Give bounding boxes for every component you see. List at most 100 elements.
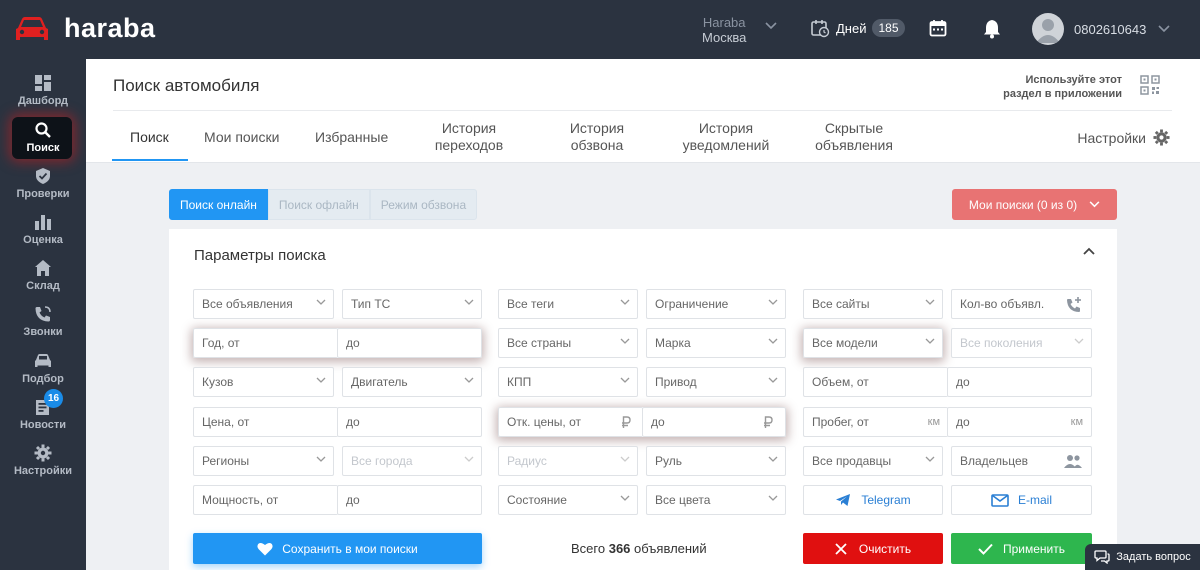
make-select[interactable]: Марка xyxy=(646,328,786,358)
tab-favorites[interactable]: Избранные xyxy=(315,129,388,146)
avatar xyxy=(1032,13,1064,45)
all-ads-select[interactable]: Все объявления xyxy=(193,289,334,319)
sidebar-item-dashboard[interactable]: Дашборд xyxy=(0,74,86,107)
tags-select[interactable]: Все теги xyxy=(498,289,638,319)
city-line1: Haraba xyxy=(702,15,746,30)
km-unit: км xyxy=(927,416,940,428)
page-title: Поиск автомобиля xyxy=(113,76,260,95)
sidebar-item-label: Настройки xyxy=(13,465,73,477)
mode-online-button[interactable]: Поиск онлайн xyxy=(169,189,268,220)
price-deviation-to-input[interactable]: до xyxy=(642,407,786,437)
sidebar-item-news[interactable]: Новости xyxy=(0,398,86,431)
generations-select[interactable]: Все поколения xyxy=(951,328,1092,358)
regions-select[interactable]: Регионы xyxy=(193,446,334,476)
ruble-icon xyxy=(764,416,773,428)
app-hint-line2: раздел в приложении xyxy=(1003,88,1122,100)
days-label: Дней xyxy=(836,20,867,36)
condition-select[interactable]: Состояние xyxy=(498,485,638,515)
bell-icon[interactable] xyxy=(983,19,1001,39)
radius-select[interactable]: Радиус xyxy=(498,446,638,476)
settings-link[interactable]: Настройки xyxy=(1077,129,1170,146)
sidebar-item-selection[interactable]: Подбор xyxy=(0,352,86,385)
chevron-down-icon xyxy=(768,338,778,344)
active-tab-indicator xyxy=(112,159,188,161)
price-from-input[interactable]: Цена, от xyxy=(193,407,338,437)
qr-code-icon[interactable] xyxy=(1140,75,1160,95)
cities-select[interactable]: Все города xyxy=(342,446,482,476)
mileage-to-input[interactable]: до км xyxy=(947,407,1092,437)
sidebar-item-label: Поиск xyxy=(26,142,60,154)
search-icon xyxy=(35,122,51,138)
body-select[interactable]: Кузов xyxy=(193,367,334,397)
chevron-down-icon xyxy=(925,338,935,344)
sidebar-item-settings[interactable]: Настройки xyxy=(0,444,86,477)
user-avatar-icon xyxy=(1036,19,1060,43)
sites-select[interactable]: Все сайты xyxy=(803,289,943,319)
chevron-up-icon[interactable] xyxy=(1083,247,1095,255)
mode-offline-button[interactable]: Поиск офлайн xyxy=(267,189,370,220)
sidebar-item-label: Новости xyxy=(19,419,67,431)
chevron-down-icon xyxy=(620,299,630,305)
sidebar-item-calls[interactable]: Звонки xyxy=(0,305,86,338)
chevron-down-icon xyxy=(464,456,474,462)
app-hint[interactable]: Используйте этот раздел в приложении xyxy=(1003,73,1122,101)
power-to-input[interactable]: до xyxy=(337,485,482,515)
user-menu[interactable]: 0802610643 xyxy=(1032,13,1170,45)
year-to-input[interactable]: до xyxy=(337,328,482,358)
sidebar-item-warehouse[interactable]: Склад xyxy=(0,259,86,292)
dashboard-icon xyxy=(35,75,51,91)
sidebar-item-valuation[interactable]: Оценка xyxy=(0,213,86,246)
sidebar-item-checks[interactable]: Проверки xyxy=(0,167,86,200)
chevron-down-icon xyxy=(316,377,326,383)
chevron-down-icon xyxy=(620,495,630,501)
tab-hidden-ads[interactable]: Скрытые объявления xyxy=(814,120,894,154)
tab-my-searches[interactable]: Мои поиски xyxy=(204,129,279,146)
price-to-input[interactable]: до xyxy=(337,407,482,437)
car-icon xyxy=(35,354,51,367)
sidebar-item-label: Оценка xyxy=(23,234,63,246)
search-mode-group: Поиск онлайн Поиск офлайн Режим обзвона xyxy=(169,189,478,220)
ads-count-input[interactable]: Кол-во объявл. xyxy=(951,289,1092,319)
tab-search[interactable]: Поиск xyxy=(130,129,169,146)
volume-to-input[interactable]: до xyxy=(947,367,1092,397)
gearbox-select[interactable]: КПП xyxy=(498,367,638,397)
email-button[interactable]: E-mail xyxy=(951,485,1092,515)
calendar-icon[interactable] xyxy=(929,19,947,37)
apply-button[interactable]: Применить xyxy=(951,533,1092,564)
chevron-down-icon[interactable] xyxy=(765,22,777,30)
calendar-clock-icon xyxy=(811,20,830,38)
sellers-select[interactable]: Все продавцы xyxy=(803,446,943,476)
drive-select[interactable]: Привод xyxy=(646,367,786,397)
restriction-select[interactable]: Ограничение xyxy=(646,289,786,319)
mode-call-button[interactable]: Режим обзвона xyxy=(369,189,478,220)
home-icon xyxy=(35,260,51,276)
ruble-icon xyxy=(622,416,631,428)
engine-select[interactable]: Двигатель xyxy=(342,367,482,397)
tab-notification-history[interactable]: История уведомлений xyxy=(682,120,770,154)
mail-icon xyxy=(991,493,1009,507)
app-hint-line1: Используйте этот xyxy=(1025,74,1122,86)
models-select[interactable]: Все модели xyxy=(803,328,943,358)
days-counter[interactable]: Дней 185 xyxy=(810,18,905,38)
colors-select[interactable]: Все цвета xyxy=(646,485,786,515)
mileage-from-input[interactable]: Пробег, от км xyxy=(803,407,948,437)
my-searches-dropdown[interactable]: Мои поиски (0 из 0) xyxy=(952,189,1117,220)
vehicle-type-select[interactable]: Тип ТС xyxy=(342,289,482,319)
countries-select[interactable]: Все страны xyxy=(498,328,638,358)
logo[interactable]: haraba xyxy=(14,13,156,44)
ask-question-button[interactable]: Задать вопрос xyxy=(1085,544,1200,570)
owners-input[interactable]: Владельцев xyxy=(951,446,1092,476)
clear-button[interactable]: Очистить xyxy=(803,533,943,564)
sidebar-item-search[interactable]: Поиск xyxy=(0,121,86,154)
telegram-button[interactable]: Telegram xyxy=(803,485,943,515)
city-selector[interactable]: Haraba Москва xyxy=(702,15,746,45)
tab-call-history[interactable]: История обзвона xyxy=(564,120,630,154)
save-search-button[interactable]: Сохранить в мои поиски xyxy=(193,533,482,564)
steering-select[interactable]: Руль xyxy=(646,446,786,476)
year-from-input[interactable]: Год, от xyxy=(193,328,338,358)
heart-icon xyxy=(257,542,273,555)
price-deviation-from-input[interactable]: Отк. цены, от xyxy=(498,407,643,437)
tab-transition-history[interactable]: История переходов xyxy=(434,120,504,154)
volume-from-input[interactable]: Объем, от xyxy=(803,367,948,397)
power-from-input[interactable]: Мощность, от xyxy=(193,485,338,515)
